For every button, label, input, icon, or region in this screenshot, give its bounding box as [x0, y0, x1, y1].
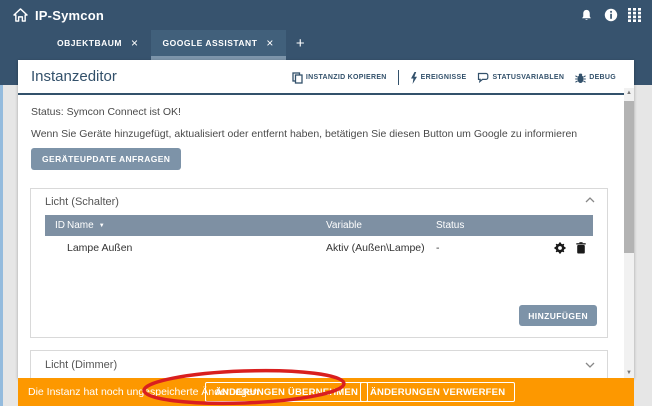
- unsaved-changes-bar: Die Instanz hat noch ungespeicherte Ände…: [18, 378, 634, 406]
- scroll-down-icon[interactable]: ▼: [624, 368, 634, 378]
- copy-instance-id-button[interactable]: INSTANZID KOPIEREN: [292, 72, 387, 84]
- tab-close-icon[interactable]: ×: [131, 37, 139, 49]
- add-device-button[interactable]: HINZUFÜGEN: [519, 305, 597, 326]
- panel-licht-schalter-header[interactable]: Licht (Schalter): [31, 189, 607, 215]
- tab-objektbaum[interactable]: OBJEKTBAUM ×: [45, 30, 151, 56]
- events-label: EREIGNISSE: [421, 74, 467, 81]
- status-variables-button[interactable]: STATUSVARIABLEN: [477, 72, 564, 83]
- ip-symcon-console: IP-Symcon OB: [0, 0, 652, 406]
- panel-licht-schalter-title: Licht (Schalter): [45, 196, 119, 208]
- left-accent-strip: [0, 85, 3, 406]
- col-header-id[interactable]: ID: [45, 220, 67, 231]
- sort-desc-icon: ▼: [99, 223, 105, 229]
- google-update-hint-text: Wenn Sie Geräte hinzugefügt, aktualisier…: [31, 128, 577, 140]
- debug-button[interactable]: DEBUG: [575, 72, 616, 84]
- trash-icon[interactable]: [574, 241, 587, 254]
- tab-google-assistant-label: GOOGLE ASSISTANT: [163, 38, 258, 48]
- tab-add-button[interactable]: +: [286, 30, 315, 56]
- discard-changes-button[interactable]: ÄNDERUNGEN VERWERFEN: [360, 382, 515, 402]
- notifications-bell-icon[interactable]: [579, 8, 594, 23]
- panel-licht-dimmer-title: Licht (Dimmer): [45, 359, 117, 371]
- panel-licht-schalter: Licht (Schalter) ID Name ▼ Variable Stat…: [30, 188, 608, 338]
- copy-instance-id-label: INSTANZID KOPIEREN: [306, 74, 387, 81]
- apply-changes-button[interactable]: ÄNDERUNGEN ÜBERNEHMEN: [205, 382, 368, 402]
- tab-google-assistant[interactable]: GOOGLE ASSISTANT ×: [151, 30, 286, 56]
- copy-icon: [292, 72, 303, 84]
- card-header: Instanzeditor INSTANZID KOPIEREN EREIGNI…: [18, 60, 624, 95]
- table-header-row: ID Name ▼ Variable Status: [45, 215, 593, 236]
- tabbar: OBJEKTBAUM × GOOGLE ASSISTANT × +: [45, 30, 315, 56]
- table-row[interactable]: Lampe Außen Aktiv (Außen\Lampe) -: [45, 236, 593, 259]
- connect-status-text: Status: Symcon Connect ist OK!: [31, 106, 181, 118]
- page-title: Instanzeditor: [31, 68, 117, 85]
- lightning-icon: [410, 72, 418, 84]
- devices-table: ID Name ▼ Variable Status Lampe Außen Ak…: [45, 215, 593, 259]
- col-header-name[interactable]: Name ▼: [67, 220, 326, 231]
- scrollbar-thumb[interactable]: [624, 101, 634, 253]
- bug-icon: [575, 72, 586, 84]
- cell-variable: Aktiv (Außen\Lampe): [326, 242, 436, 254]
- cell-status: -: [436, 242, 553, 254]
- vertical-scrollbar[interactable]: ▲ ▼: [624, 88, 634, 378]
- panel-licht-dimmer-header[interactable]: Licht (Dimmer): [31, 351, 607, 379]
- brand[interactable]: IP-Symcon: [13, 8, 104, 23]
- chevron-down-icon[interactable]: [585, 362, 595, 368]
- topbar: IP-Symcon: [0, 0, 652, 30]
- status-variables-label: STATUSVARIABLEN: [492, 74, 564, 81]
- col-header-status[interactable]: Status: [436, 220, 593, 231]
- debug-label: DEBUG: [589, 74, 616, 81]
- tab-objektbaum-label: OBJEKTBAUM: [57, 38, 122, 48]
- topbar-icons: [579, 0, 642, 30]
- cell-name: Lampe Außen: [67, 242, 326, 254]
- chevron-up-icon[interactable]: [585, 197, 595, 203]
- events-button[interactable]: EREIGNISSE: [410, 72, 467, 84]
- tab-close-icon[interactable]: ×: [266, 37, 274, 49]
- info-icon[interactable]: [603, 8, 618, 23]
- home-icon[interactable]: [13, 8, 28, 23]
- app-title: IP-Symcon: [35, 8, 104, 23]
- row-actions: [553, 241, 593, 254]
- device-update-button[interactable]: GERÄTEUPDATE ANFRAGEN: [31, 148, 181, 170]
- apps-grid-icon[interactable]: [627, 8, 642, 23]
- col-header-variable[interactable]: Variable: [326, 220, 436, 231]
- scroll-up-icon[interactable]: ▲: [624, 88, 634, 98]
- instance-editor-card: Instanzeditor INSTANZID KOPIEREN EREIGNI…: [18, 60, 634, 378]
- gear-icon[interactable]: [553, 241, 566, 254]
- toolbar-divider: [398, 70, 399, 85]
- editor-toolbar: INSTANZID KOPIEREN EREIGNISSE STATUSVARI…: [292, 60, 616, 95]
- tag-bubble-icon: [477, 72, 489, 83]
